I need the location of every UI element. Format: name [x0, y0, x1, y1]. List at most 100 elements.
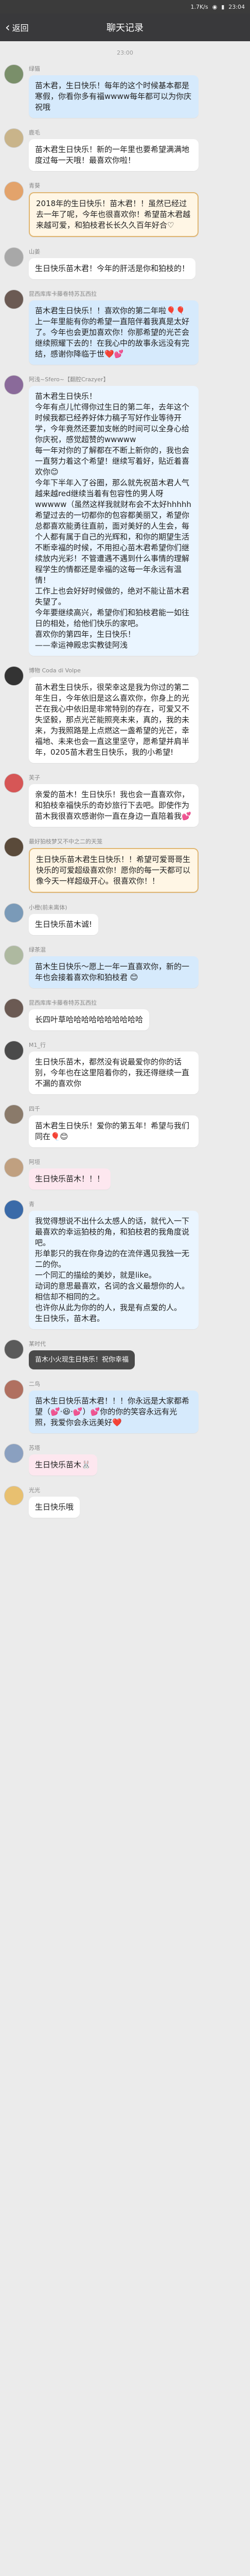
message-bubble[interactable]: 生日快乐苗木，都然没有说最爱你的你的话别，今年也在这里陪着你的，我还得继续一直不…: [29, 1052, 199, 1094]
sender-name: 博物 Coda di Volpe: [29, 667, 81, 674]
timestamp: 23:00: [117, 49, 133, 56]
avatar[interactable]: [4, 128, 24, 148]
avatar[interactable]: [4, 1486, 24, 1505]
avatar[interactable]: [4, 1105, 24, 1124]
sender-name: 芙子: [29, 774, 40, 781]
message-bubble[interactable]: 苗木生日快乐～愿上一年一直喜欢你，新的一年也会接着喜欢你和狛枝君 😊: [29, 956, 199, 988]
avatar[interactable]: [4, 375, 24, 395]
message-row: 青我觉得想说不出什么太感人的话，就代入一下最喜欢的幸运狛枝的角，和狛枝君的我角度…: [4, 1200, 246, 1329]
message-bubble[interactable]: 我觉得想说不出什么太感人的话，就代入一下最喜欢的幸运狛枝的角，和狛枝君的我角度说…: [29, 1211, 199, 1329]
message-bubble[interactable]: 生日快乐苗木！！！: [29, 1168, 111, 1190]
message-bubble[interactable]: 2018年的生日快乐！苗木君！！虽然已经过去一年了呢，今年也很喜欢你！希望苗木君…: [29, 192, 199, 237]
sender-name: 绿猫: [29, 65, 40, 72]
sender-name: 二鸟: [29, 1381, 40, 1387]
message-body: 二鸟苗木生日快乐苗木君！！！你永远是大家都希望（💕·😆·💕）💕你的你的笑容永远有…: [29, 1380, 199, 1433]
message-bubble[interactable]: 生日快乐苗木🐰: [29, 1454, 97, 1476]
avatar[interactable]: [4, 1444, 24, 1463]
avatar[interactable]: [4, 247, 24, 267]
avatar[interactable]: [4, 903, 24, 923]
avatar[interactable]: [4, 1200, 24, 1219]
message-body: 四千苗木君生日快乐！爱你的第五年！希望与我们同在🎈😊: [29, 1105, 199, 1147]
message-bubble[interactable]: 苗木小火现生日快乐！祝你幸福: [29, 1350, 135, 1369]
sender-name: 绿茶混: [29, 946, 46, 953]
sender-name: 青: [29, 1201, 34, 1208]
message-body: 山姜生日快乐苗木君！今年的肝活是你和狛枝的！: [29, 247, 196, 279]
message-body: 苏塔 生日快乐苗木🐰: [29, 1444, 97, 1476]
message-bubble[interactable]: 生日快乐苗木君！今年的肝活是你和狛枝的！: [29, 258, 196, 279]
avatar[interactable]: [4, 1158, 24, 1177]
message-row: 最好狛枝梦又不中之二的天笼生日快乐苗木君生日快乐！！希望可爱哥哥生快乐的可爱超级…: [4, 837, 246, 893]
sender-name: 最好狛枝梦又不中之二的天笼: [29, 838, 102, 845]
avatar[interactable]: [4, 945, 24, 965]
message-body: 昆西库库卡藤卷特苏瓦西拉苗木君生日快乐！！喜欢你的第二年啦🎈🎈上一年里能有你的希…: [29, 290, 199, 365]
message-row: 昆西库库卡藤卷特苏瓦西拉苗木君生日快乐！！喜欢你的第二年啦🎈🎈上一年里能有你的希…: [4, 290, 246, 365]
message-bubble[interactable]: 苗木君生日快乐！新的一年里也要希望满满地度过每一天哦！最喜欢你啦！: [29, 139, 199, 171]
sender-name: 光光: [29, 1487, 40, 1494]
avatar[interactable]: [4, 837, 24, 857]
message-row: 博物 Coda di Volpe 苗木君生日快乐，很荣幸这是我为你过的第二年生日，…: [4, 666, 246, 763]
avatar[interactable]: [4, 998, 24, 1018]
message-list: 绿猫苗木君，生日快乐！每年的这个时候基本都是寒假，你看你多有福wwww每年都可以…: [4, 64, 246, 1518]
message-bubble[interactable]: 生日快乐苗木诚!: [29, 914, 99, 935]
message-row: 小橙(前未离体) 生日快乐苗木诚!: [4, 903, 246, 935]
message-bubble[interactable]: 生日快乐苗木君生日快乐！！希望可爱哥哥生快乐的可爱超级喜欢你！愿你的每一天都可以…: [29, 848, 199, 893]
message-body: 阿垣生日快乐苗木！！！: [29, 1158, 111, 1190]
sender-name: 小橙(前未离体): [29, 904, 67, 911]
message-body: 鹿毛苗木君生日快乐！新的一年里也要希望满满地度过每一天哦！最喜欢你啦！: [29, 128, 199, 171]
avatar[interactable]: [4, 290, 24, 309]
back-label: 返回: [12, 23, 29, 33]
sender-name: 阿垣: [29, 1159, 40, 1165]
avatar[interactable]: [4, 773, 24, 793]
message-bubble[interactable]: 苗木君生日快乐！ 今年有点儿忙得你过生日的第二年，去年这个时候我都已经养好体力稿…: [29, 386, 199, 656]
message-row: 芙子亲爱的苗木！生日快乐！我也会一直喜欢你，和狛枝幸福快乐的奇妙旅行下去吧。即使…: [4, 773, 246, 827]
message-bubble[interactable]: 苗木君生日快乐！爱你的第五年！希望与我们同在🎈😊: [29, 1115, 199, 1147]
message-row: 绿猫苗木君，生日快乐！每年的这个时候基本都是寒假，你看你多有福wwww每年都可以…: [4, 64, 246, 118]
message-row: 苏塔 生日快乐苗木🐰: [4, 1444, 246, 1476]
message-body: 某时代 苗木小火现生日快乐！祝你幸福: [29, 1340, 135, 1369]
message-bubble[interactable]: 苗木君生日快乐，很荣幸这是我为你过的第二年生日，今年依旧是这么喜欢你，你身上的光…: [29, 677, 199, 763]
message-body: M1_行生日快乐苗木，都然没有说最爱你的你的话别，今年也在这里陪着你的，我还得继…: [29, 1041, 199, 1094]
message-bubble[interactable]: 苗木君，生日快乐！每年的这个时候基本都是寒假，你看你多有福wwww每年都可以为你…: [29, 75, 199, 118]
avatar[interactable]: [4, 64, 24, 84]
message-row: 鹿毛苗木君生日快乐！新的一年里也要希望满满地度过每一天哦！最喜欢你啦！: [4, 128, 246, 171]
sender-name: M1_行: [29, 1042, 46, 1048]
avatar[interactable]: [4, 666, 24, 686]
sender-name: 鹿毛: [29, 129, 40, 136]
avatar[interactable]: [4, 1340, 24, 1359]
sender-name: 四千: [29, 1106, 40, 1112]
message-body: 绿茶混苗木生日快乐～愿上一年一直喜欢你，新的一年也会接着喜欢你和狛枝君 😊: [29, 945, 199, 988]
sender-name: 山姜: [29, 248, 40, 255]
message-body: 光光 生日快乐哦: [29, 1486, 80, 1518]
message-row: 阿浅~Sfero~【翻腔Crazyer】 苗木君生日快乐！ 今年有点儿忙得你过生日…: [4, 375, 246, 656]
message-row: 某时代 苗木小火现生日快乐！祝你幸福: [4, 1340, 246, 1369]
avatar[interactable]: [4, 181, 24, 201]
chat-history[interactable]: 23:00 绿猫苗木君，生日快乐！每年的这个时候基本都是寒假，你看你多有福www…: [0, 41, 250, 1518]
nav-bar: ‹ 返回 聊天记录: [0, 13, 250, 41]
message-body: 芙子亲爱的苗木！生日快乐！我也会一直喜欢你，和狛枝幸福快乐的奇妙旅行下去吧。即使…: [29, 773, 199, 827]
message-bubble[interactable]: 亲爱的苗木！生日快乐！我也会一直喜欢你，和狛枝幸福快乐的奇妙旅行下去吧。即使作为…: [29, 784, 199, 827]
message-bubble[interactable]: 苗木生日快乐苗木君！！！你永远是大家都希望（💕·😆·💕）💕你的你的笑容永远有光照…: [29, 1391, 199, 1433]
message-row: 光光 生日快乐哦: [4, 1486, 246, 1518]
sender-name: 青葵: [29, 182, 40, 189]
back-button[interactable]: ‹ 返回: [5, 13, 29, 41]
page-title: 聊天记录: [106, 23, 144, 33]
message-row: 四千苗木君生日快乐！爱你的第五年！希望与我们同在🎈😊: [4, 1105, 246, 1147]
message-row: 山姜生日快乐苗木君！今年的肝活是你和狛枝的！: [4, 247, 246, 279]
message-row: 绿茶混苗木生日快乐～愿上一年一直喜欢你，新的一年也会接着喜欢你和狛枝君 😊: [4, 945, 246, 988]
avatar[interactable]: [4, 1041, 24, 1060]
message-bubble[interactable]: 苗木君生日快乐！！喜欢你的第二年啦🎈🎈上一年里能有你的希望一直陪伴着我真是太好了…: [29, 300, 199, 365]
wifi-icon: ◉: [212, 3, 218, 10]
message-bubble[interactable]: 生日快乐哦: [29, 1497, 80, 1518]
message-body: 绿猫苗木君，生日快乐！每年的这个时候基本都是寒假，你看你多有福wwww每年都可以…: [29, 64, 199, 118]
message-body: 青我觉得想说不出什么太感人的话，就代入一下最喜欢的幸运狛枝的角，和狛枝君的我角度…: [29, 1200, 199, 1329]
message-body: 博物 Coda di Volpe 苗木君生日快乐，很荣幸这是我为你过的第二年生日，…: [29, 666, 199, 763]
message-bubble[interactable]: 长四叶草哈哈哈哈哈哈哈哈哈哈: [29, 1009, 150, 1030]
avatar[interactable]: [4, 1380, 24, 1399]
status-bar: 1.7K/s ◉ ▮ 23:04: [0, 0, 250, 13]
message-row: M1_行生日快乐苗木，都然没有说最爱你的你的话别，今年也在这里陪着你的，我还得继…: [4, 1041, 246, 1094]
chevron-left-icon: ‹: [5, 20, 10, 35]
message-body: 小橙(前未离体) 生日快乐苗木诚!: [29, 903, 99, 935]
battery-icon: ▮: [221, 3, 225, 10]
clock: 23:04: [228, 3, 245, 10]
sender-name: 昆西库库卡藤卷特苏瓦西拉: [29, 291, 97, 297]
